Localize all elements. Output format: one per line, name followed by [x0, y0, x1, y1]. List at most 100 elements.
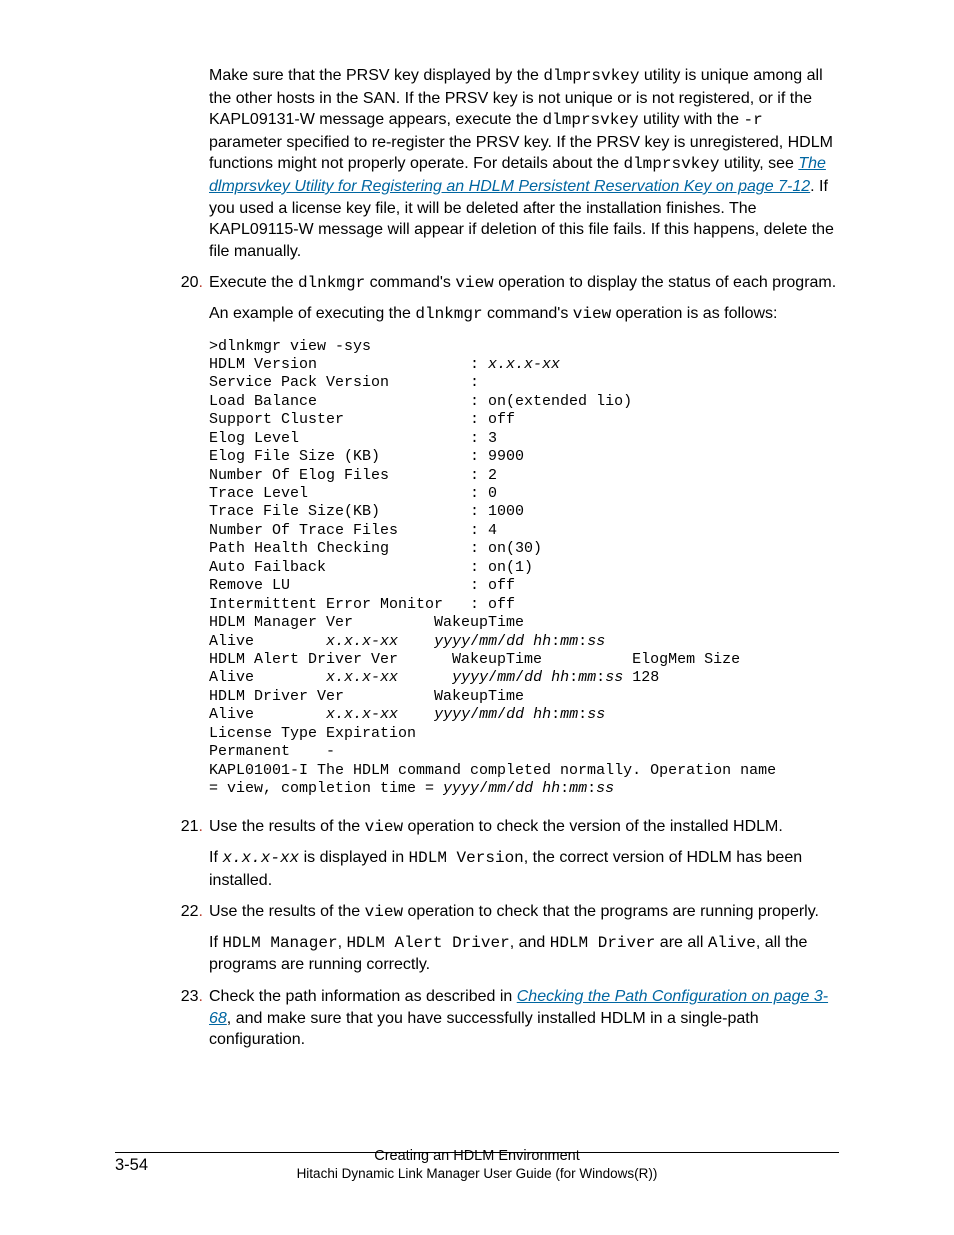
text: Make sure that the PRSV key displayed by…: [209, 67, 543, 84]
cl: :: [551, 706, 560, 723]
step-21: 21. Use the results of the view operatio…: [209, 816, 839, 891]
cl: KAPL01001-I The HDLM command completed n…: [209, 762, 785, 779]
cl: /: [515, 669, 524, 686]
text: command's: [365, 274, 455, 291]
cl: Alive: [209, 706, 326, 723]
cl: mm: [560, 633, 578, 650]
cl: ss: [587, 706, 605, 723]
code-inline: HDLM Alert Driver: [346, 934, 509, 952]
code-inline: view: [365, 818, 403, 836]
code-inline: dlmprsvkey: [623, 155, 719, 173]
cl: /: [506, 780, 515, 797]
cl: HDLM Manager Ver WakeupTime: [209, 614, 524, 631]
code-inline: HDLM Version: [409, 849, 524, 867]
cl: mm: [578, 669, 596, 686]
code-inline: dlmprsvkey: [543, 111, 639, 129]
cl: [398, 669, 452, 686]
code-inline: view: [573, 305, 611, 323]
cl: :: [596, 669, 605, 686]
text: If: [209, 934, 222, 951]
step-number: 23.: [173, 986, 203, 1008]
cl: yyyy: [434, 706, 470, 723]
cl: Trace Level : 0: [209, 485, 497, 502]
cl: yyyy: [434, 633, 470, 650]
cl: Elog Level : 3: [209, 430, 497, 447]
cl: Permanent -: [209, 743, 335, 760]
dot-icon: .: [199, 274, 203, 291]
cl: mm: [488, 780, 506, 797]
cl: dd hh: [506, 633, 551, 650]
footer-title-1: Creating an HDLM Environment: [0, 1148, 954, 1164]
cl: /: [470, 633, 479, 650]
cl: mm: [569, 780, 587, 797]
cl: Alive: [209, 633, 326, 650]
cl: HDLM Alert Driver Ver WakeupTime ElogMem…: [209, 651, 740, 668]
step-23: 23. Check the path information as descri…: [209, 986, 839, 1051]
num: 22: [181, 903, 199, 920]
text: Check the path information as described …: [209, 988, 517, 1005]
cl: HDLM Version :: [209, 356, 488, 373]
cl: mm: [560, 706, 578, 723]
text: Execute the: [209, 274, 298, 291]
cl: HDLM Driver Ver WakeupTime: [209, 688, 524, 705]
text: , and: [510, 934, 550, 951]
cl: ss: [587, 633, 605, 650]
cl: mm: [479, 706, 497, 723]
cl: /: [488, 669, 497, 686]
text: are all: [655, 934, 707, 951]
cl: :: [587, 780, 596, 797]
code-inline: Alive: [708, 934, 756, 952]
cl: Number Of Elog Files : 2: [209, 467, 497, 484]
cl: [398, 633, 434, 650]
text: operation to display the status of each …: [494, 274, 836, 291]
cl: Alive: [209, 669, 326, 686]
code-inline: dlnkmgr: [415, 305, 482, 323]
footer-title-2: Hitachi Dynamic Link Manager User Guide …: [0, 1166, 954, 1181]
cl: x.x.x-xx: [326, 706, 398, 723]
cl: /: [479, 780, 488, 797]
text: If: [209, 849, 222, 866]
cl: x.x.x-xx: [488, 356, 560, 373]
cl: Trace File Size(KB) : 1000: [209, 503, 524, 520]
code-inline: x.x.x-xx: [222, 849, 299, 867]
step-number: 20.: [173, 272, 203, 294]
dot-icon: .: [199, 988, 203, 1005]
cl: >dlnkmgr view -sys: [209, 338, 371, 355]
cl: :: [551, 633, 560, 650]
cl: /: [497, 633, 506, 650]
cl: [398, 706, 434, 723]
page: Make sure that the PRSV key displayed by…: [0, 0, 954, 1235]
dot-icon: .: [199, 818, 203, 835]
code-inline: HDLM Manager: [222, 934, 337, 952]
cl: mm: [479, 633, 497, 650]
code-inline: dlmprsvkey: [543, 67, 639, 85]
cl: yyyy: [452, 669, 488, 686]
cl: x.x.x-xx: [326, 669, 398, 686]
intro-paragraph: Make sure that the PRSV key displayed by…: [209, 65, 839, 262]
cl: License Type Expiration: [209, 725, 416, 742]
cl: Remove LU : off: [209, 577, 515, 594]
text: An example of executing the: [209, 305, 415, 322]
step-number: 21.: [173, 816, 203, 838]
cl: Service Pack Version :: [209, 374, 479, 391]
step-subpara: If HDLM Manager, HDLM Alert Driver, and …: [209, 932, 839, 976]
code-inline: -r: [743, 111, 762, 129]
cl: /: [470, 706, 479, 723]
code-inline: view: [365, 903, 403, 921]
step-body: Use the results of the view operation to…: [209, 816, 839, 839]
cl: :: [578, 633, 587, 650]
cl: dd hh: [524, 669, 569, 686]
text: Use the results of the: [209, 818, 365, 835]
cl: Path Health Checking : on(30): [209, 540, 542, 557]
step-22: 22. Use the results of the view operatio…: [209, 901, 839, 976]
text: utility with the: [639, 111, 744, 128]
cl: 128: [623, 669, 659, 686]
text: , and make sure that you have successful…: [209, 1010, 759, 1049]
cl: /: [497, 706, 506, 723]
cl: = view, completion time =: [209, 780, 443, 797]
cl: mm: [497, 669, 515, 686]
step-subpara: An example of executing the dlnkmgr comm…: [209, 303, 839, 326]
step-body: Execute the dlnkmgr command's view opera…: [209, 272, 839, 295]
cl: ss: [605, 669, 623, 686]
step-body: Use the results of the view operation to…: [209, 901, 839, 924]
